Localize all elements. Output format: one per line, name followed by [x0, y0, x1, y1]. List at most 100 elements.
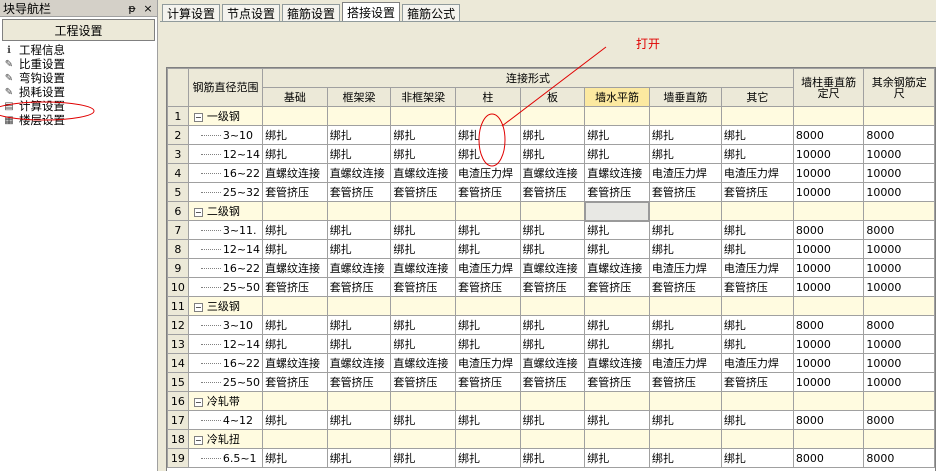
connection-cell[interactable]: 直螺纹连接: [519, 163, 586, 183]
group-cell[interactable]: [455, 201, 521, 221]
connection-cell[interactable]: 绑扎: [648, 125, 722, 145]
other-length-cell[interactable]: 10000: [863, 144, 935, 164]
group-cell[interactable]: [390, 296, 456, 316]
connection-cell[interactable]: 套管挤压: [390, 372, 456, 392]
group-cell[interactable]: [326, 106, 392, 126]
column-header[interactable]: 墙垂直筋: [648, 87, 722, 107]
connection-cell[interactable]: 套管挤压: [326, 277, 392, 297]
group-cell[interactable]: [863, 429, 935, 449]
other-length-cell[interactable]: 10000: [863, 258, 935, 278]
connection-cell[interactable]: 绑扎: [390, 334, 456, 354]
wall-length-cell[interactable]: 10000: [792, 372, 865, 392]
connection-cell[interactable]: 套管挤压: [519, 182, 586, 202]
wall-length-cell[interactable]: 10000: [792, 182, 865, 202]
group-cell[interactable]: [326, 391, 392, 411]
connection-cell[interactable]: 绑扎: [648, 334, 722, 354]
connection-cell[interactable]: 套管挤压: [326, 182, 392, 202]
wall-length-cell[interactable]: 10000: [792, 258, 865, 278]
connection-cell[interactable]: 套管挤压: [455, 277, 521, 297]
connection-cell[interactable]: 套管挤压: [262, 182, 328, 202]
connection-cell[interactable]: 套管挤压: [720, 277, 794, 297]
group-cell[interactable]: [262, 429, 328, 449]
column-header[interactable]: 板: [519, 87, 586, 107]
other-length-cell[interactable]: 8000: [863, 125, 935, 145]
connection-cell[interactable]: 绑扎: [326, 334, 392, 354]
other-length-cell[interactable]: 10000: [863, 163, 935, 183]
wall-length-cell[interactable]: 10000: [792, 334, 865, 354]
group-cell[interactable]: [519, 429, 586, 449]
tab[interactable]: 节点设置: [222, 4, 281, 22]
connection-cell[interactable]: 电渣压力焊: [720, 163, 794, 183]
connection-cell[interactable]: 直螺纹连接: [390, 163, 456, 183]
group-cell[interactable]: [455, 106, 521, 126]
group-cell[interactable]: [262, 391, 328, 411]
group-cell[interactable]: [792, 201, 865, 221]
connection-cell[interactable]: 绑扎: [326, 315, 392, 335]
group-cell[interactable]: [519, 106, 586, 126]
column-header[interactable]: 柱: [455, 87, 521, 107]
other-length-cell[interactable]: 10000: [863, 182, 935, 202]
group-cell[interactable]: [262, 201, 328, 221]
group-cell[interactable]: [584, 106, 650, 126]
wall-length-cell[interactable]: 10000: [792, 144, 865, 164]
connection-cell[interactable]: 绑扎: [720, 410, 794, 430]
group-cell[interactable]: [648, 391, 722, 411]
connection-cell[interactable]: 绑扎: [390, 239, 456, 259]
connection-cell[interactable]: 绑扎: [648, 144, 722, 164]
tab[interactable]: 搭接设置: [342, 2, 401, 22]
group-cell[interactable]: [792, 106, 865, 126]
wall-length-cell[interactable]: 10000: [792, 239, 865, 259]
connection-cell[interactable]: 套管挤压: [648, 182, 722, 202]
connection-cell[interactable]: 绑扎: [720, 315, 794, 335]
group-cell[interactable]: [720, 391, 794, 411]
connection-cell[interactable]: 绑扎: [455, 315, 521, 335]
connection-cell[interactable]: 绑扎: [519, 220, 586, 240]
connection-cell[interactable]: 套管挤压: [519, 372, 586, 392]
pin-icon[interactable]: ᵽ: [125, 1, 139, 15]
group-cell[interactable]: [648, 201, 722, 221]
connection-cell[interactable]: 电渣压力焊: [720, 258, 794, 278]
connection-cell[interactable]: 绑扎: [455, 448, 521, 468]
connection-cell[interactable]: 绑扎: [262, 410, 328, 430]
connection-cell[interactable]: 绑扎: [648, 410, 722, 430]
connection-cell[interactable]: 绑扎: [455, 144, 521, 164]
connection-cell[interactable]: 套管挤压: [519, 277, 586, 297]
connection-cell[interactable]: 绑扎: [326, 410, 392, 430]
connection-cell[interactable]: 套管挤压: [455, 372, 521, 392]
connection-cell[interactable]: 直螺纹连接: [584, 258, 650, 278]
group-cell[interactable]: [863, 391, 935, 411]
connection-cell[interactable]: 绑扎: [262, 220, 328, 240]
connection-cell[interactable]: 直螺纹连接: [390, 353, 456, 373]
connection-cell[interactable]: 直螺纹连接: [519, 258, 586, 278]
group-cell[interactable]: [648, 106, 722, 126]
other-length-cell[interactable]: 10000: [863, 239, 935, 259]
group-cell[interactable]: [519, 391, 586, 411]
group-cell[interactable]: [390, 429, 456, 449]
group-cell[interactable]: [326, 429, 392, 449]
connection-cell[interactable]: 绑扎: [720, 125, 794, 145]
connection-cell[interactable]: 直螺纹连接: [326, 353, 392, 373]
wall-length-cell[interactable]: 8000: [792, 315, 865, 335]
nav-item[interactable]: ✎ 弯钩设置: [0, 71, 157, 85]
group-cell[interactable]: [519, 296, 586, 316]
connection-cell[interactable]: 直螺纹连接: [326, 258, 392, 278]
connection-cell[interactable]: 绑扎: [584, 410, 650, 430]
connection-cell[interactable]: 套管挤压: [262, 277, 328, 297]
group-cell[interactable]: [720, 201, 794, 221]
group-cell[interactable]: [390, 391, 456, 411]
connection-cell[interactable]: 电渣压力焊: [455, 258, 521, 278]
connection-cell[interactable]: 直螺纹连接: [262, 353, 328, 373]
connection-cell[interactable]: 电渣压力焊: [455, 353, 521, 373]
connection-cell[interactable]: 绑扎: [648, 315, 722, 335]
connection-cell[interactable]: 电渣压力焊: [648, 163, 722, 183]
connection-cell[interactable]: 绑扎: [720, 239, 794, 259]
connection-cell[interactable]: 绑扎: [390, 125, 456, 145]
connection-cell[interactable]: 绑扎: [390, 448, 456, 468]
column-header[interactable]: 非框架梁: [390, 87, 456, 107]
group-label-cell[interactable]: − 二级钢: [187, 201, 264, 221]
connection-cell[interactable]: 绑扎: [390, 410, 456, 430]
group-cell[interactable]: [648, 429, 722, 449]
connection-cell[interactable]: 套管挤压: [648, 372, 722, 392]
group-cell[interactable]: [584, 429, 650, 449]
group-cell[interactable]: [584, 296, 650, 316]
